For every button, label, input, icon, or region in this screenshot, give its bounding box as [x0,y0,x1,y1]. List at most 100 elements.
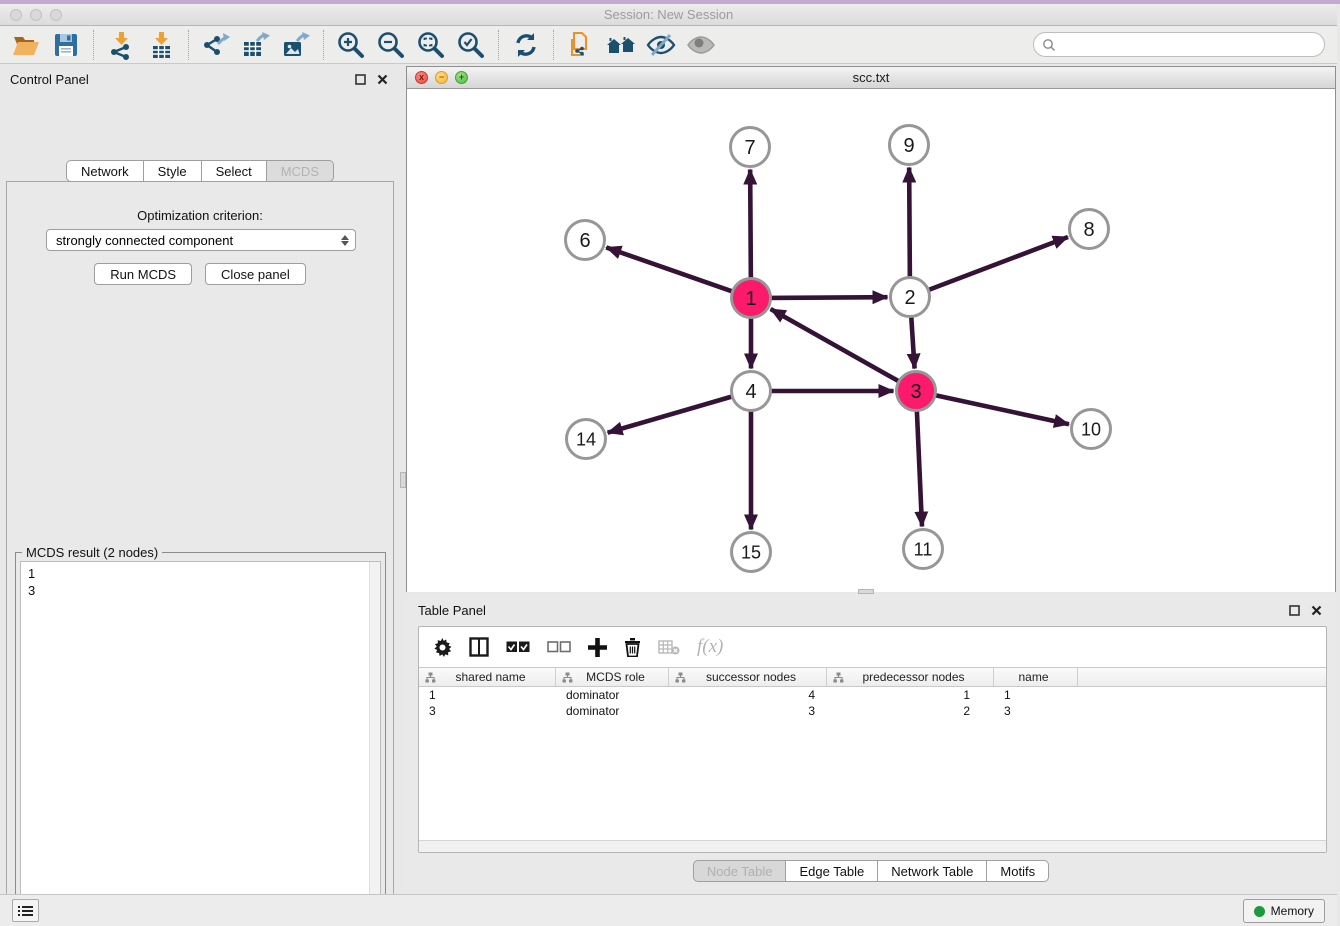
table-body: 1dominator4113dominator323 [419,687,1326,719]
cell-name[interactable]: 3 [994,703,1078,719]
cell-MCDS-role[interactable]: dominator [556,687,669,703]
search-icon [1042,38,1056,52]
zoom-out-button[interactable] [371,28,411,62]
search-field[interactable] [1033,32,1325,57]
edge-2-3[interactable] [911,314,914,368]
tab-style[interactable]: Style [144,160,202,182]
edge-2-8[interactable] [926,237,1068,291]
vertical-splitter-handle[interactable] [400,472,406,488]
export-image-button[interactable] [276,28,316,62]
edge-3-10[interactable] [933,395,1069,425]
memory-status-icon [1254,906,1265,917]
close-table-panel-button[interactable] [1308,602,1324,618]
network-canvas[interactable]: 7968124314101511 [407,89,1335,592]
result-scrollbar[interactable] [369,562,380,926]
cell-shared-name[interactable]: 1 [419,687,556,703]
tab-network-table[interactable]: Network Table [878,860,987,882]
table-horizontal-scrollbar[interactable] [419,840,1326,852]
delete-column-button[interactable] [658,639,680,655]
edge-4-14[interactable] [608,396,735,433]
node-label-15: 15 [741,542,761,562]
tab-edge-table[interactable]: Edge Table [786,860,878,882]
import-network-button[interactable] [101,28,141,62]
mcds-result-textarea[interactable]: 1 3 [20,561,381,926]
deselect-all-columns-button[interactable] [547,641,571,653]
eye-button[interactable] [681,28,721,62]
unchecked-boxes-icon [547,641,571,653]
save-icon [52,31,80,59]
edge-3-1[interactable] [771,309,901,382]
open-folder-button[interactable] [6,28,46,62]
gear-button[interactable] [433,638,452,657]
save-button[interactable] [46,28,86,62]
toolbar-separator [323,30,324,60]
column-header-predecessor-nodes[interactable]: predecessor nodes [827,668,994,686]
tab-motifs[interactable]: Motifs [987,860,1049,882]
tab-network[interactable]: Network [66,160,144,182]
network-graph: 7968124314101511 [407,89,1335,592]
cell-successor-nodes[interactable]: 3 [669,703,827,719]
select-all-columns-button[interactable] [506,641,530,653]
import-network-icon [106,30,136,60]
delete-column-icon [658,639,680,655]
cell-name[interactable]: 1 [994,687,1078,703]
hierarchy-icon [675,672,686,683]
export-table-button[interactable] [236,28,276,62]
zoom-in-button[interactable] [331,28,371,62]
network-window-titlebar[interactable]: scc.txt x − + [407,67,1335,89]
column-header-shared-name[interactable]: shared name [419,668,556,686]
cell-predecessor-nodes[interactable]: 2 [827,703,994,719]
edge-1-2[interactable] [768,297,887,298]
export-network-button[interactable] [196,28,236,62]
table-row[interactable]: 3dominator323 [419,703,1326,719]
delete-row-button[interactable] [624,637,641,657]
hierarchy-icon [833,672,844,683]
node-label-10: 10 [1081,419,1101,439]
column-header-name[interactable]: name [994,668,1078,686]
function-builder-button[interactable]: f(x) [697,636,723,658]
close-panel-button-2[interactable]: Close panel [205,263,306,285]
network-zoom-button[interactable]: + [455,71,468,84]
edge-1-6[interactable] [606,247,734,292]
criterion-dropdown[interactable]: strongly connected component [46,229,356,251]
table-header-row: shared nameMCDS rolesuccessor nodesprede… [419,667,1326,687]
export-network-icon [201,30,231,60]
float-panel-button[interactable] [352,71,368,87]
tab-mcds[interactable]: MCDS [267,160,334,182]
import-table-button[interactable] [141,28,181,62]
app-window: Session: New Session [0,0,1340,926]
eye-slash-icon [645,31,677,59]
edge-3-11[interactable] [917,408,922,526]
network-close-button[interactable]: x [415,71,428,84]
cell-MCDS-role[interactable]: dominator [556,703,669,719]
edge-2-9[interactable] [909,167,910,279]
table-row[interactable]: 1dominator411 [419,687,1326,703]
node-label-8: 8 [1083,219,1094,241]
document-share-button[interactable] [561,28,601,62]
refresh-button[interactable] [506,28,546,62]
tab-node-table[interactable]: Node Table [693,860,787,882]
memory-button[interactable]: Memory [1243,899,1325,923]
horizontal-splitter-handle[interactable] [858,589,874,594]
zoom-fit-button[interactable] [411,28,451,62]
network-minimize-button[interactable]: − [435,71,448,84]
cell-predecessor-nodes[interactable]: 1 [827,687,994,703]
cell-shared-name[interactable]: 3 [419,703,556,719]
add-column-button[interactable] [588,638,607,657]
eye-slash-button[interactable] [641,28,681,62]
float-table-panel-button[interactable] [1286,602,1302,618]
columns-button[interactable] [469,637,489,657]
cell-successor-nodes[interactable]: 4 [669,687,827,703]
node-label-4: 4 [745,381,756,403]
edge-1-7[interactable] [750,169,751,280]
column-header-MCDS-role[interactable]: MCDS role [556,668,669,686]
houses-button[interactable] [601,28,641,62]
run-mcds-button[interactable]: Run MCDS [94,263,192,285]
column-header-successor-nodes[interactable]: successor nodes [669,668,827,686]
task-history-button[interactable] [12,899,39,922]
close-panel-button[interactable] [374,71,390,87]
toolbar-separator [553,30,554,60]
search-input[interactable] [1061,38,1324,52]
tab-select[interactable]: Select [202,160,267,182]
zoom-selected-button[interactable] [451,28,491,62]
